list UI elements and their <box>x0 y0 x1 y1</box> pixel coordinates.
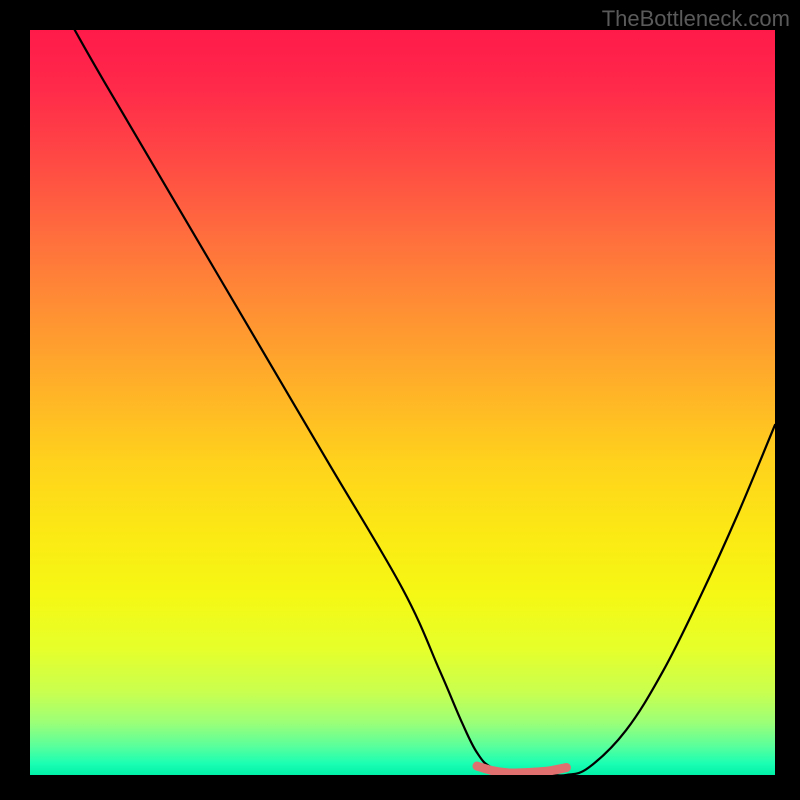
watermark-label: TheBottleneck.com <box>602 6 790 32</box>
chart-svg <box>30 30 775 775</box>
chart-main-curve <box>75 30 775 775</box>
chart-highlight-curve <box>477 766 566 773</box>
chart-plot-area <box>30 30 775 775</box>
